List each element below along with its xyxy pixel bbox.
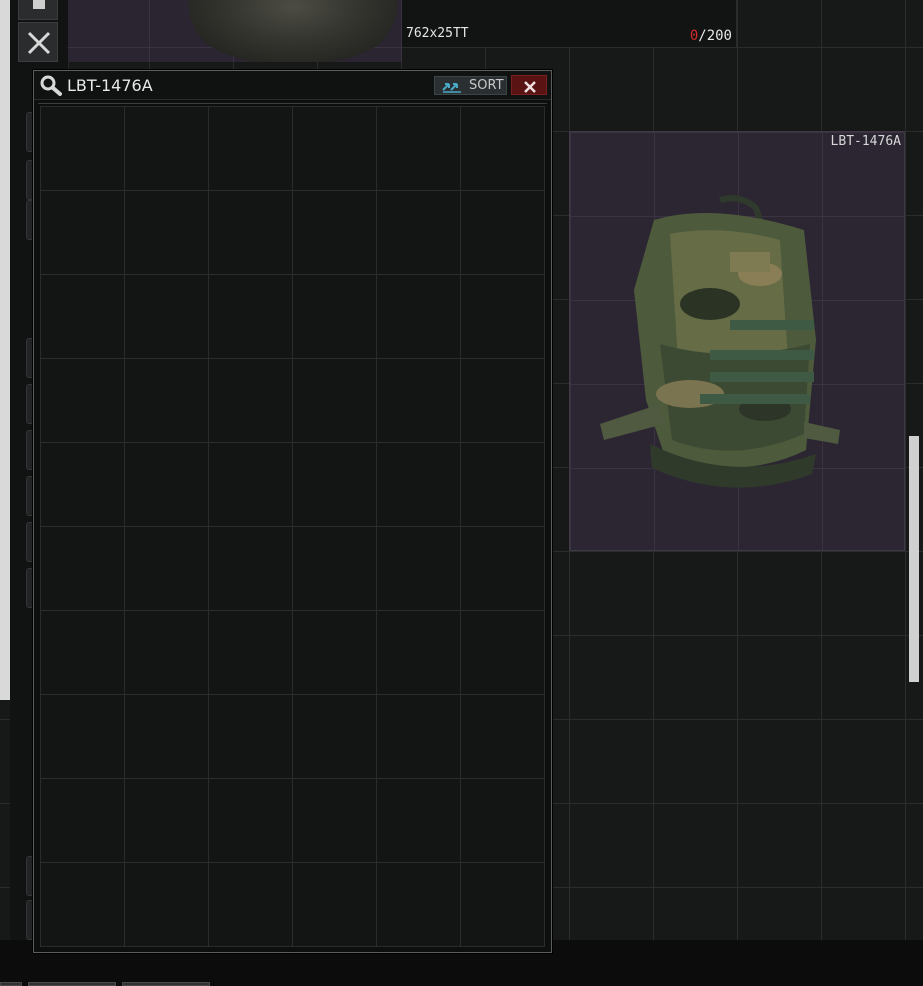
backpack-item-tile[interactable]: [68, 0, 402, 62]
magnifier-icon: [39, 74, 63, 100]
window-title: LBT-1476A: [67, 76, 153, 95]
lbt-backpack-item-tile[interactable]: LBT-1476A: [569, 131, 905, 551]
ammo-item-count: 0/200: [690, 28, 732, 44]
tool-button-eat[interactable]: [18, 22, 58, 62]
window-divider: [38, 103, 547, 104]
fork-knife-icon: [27, 31, 51, 55]
tool-button-top[interactable]: [18, 0, 58, 20]
sort-button[interactable]: SORT: [434, 76, 507, 95]
stash-scrollbar[interactable]: [909, 436, 919, 682]
close-x-icon: [523, 79, 537, 98]
lbt-item-label: LBT-1476A: [830, 134, 901, 149]
bottom-tab[interactable]: [28, 982, 116, 986]
window-header[interactable]: LBT-1476A SORT: [34, 71, 551, 100]
bottom-tab[interactable]: [0, 982, 22, 986]
ammo-count-current: 0: [689, 28, 699, 44]
sort-button-label: SORT: [469, 78, 504, 93]
backpack-image: [600, 195, 840, 488]
left-window-edge: [0, 0, 10, 700]
ammo-item-name: 762x25TT: [406, 26, 469, 41]
container-window: LBT-1476A SORT: [33, 70, 552, 953]
bottom-tab[interactable]: [122, 982, 210, 986]
ammo-item-tile[interactable]: 762x25TT 0/200: [402, 0, 737, 48]
container-grid[interactable]: [40, 106, 545, 947]
hammer-icon: [33, 0, 45, 9]
close-button[interactable]: [511, 75, 547, 95]
ammo-count-max: 200: [706, 28, 732, 44]
sort-arrows-icon: [441, 79, 463, 98]
backpack-item-image: [188, 0, 398, 62]
ammo-count-separator: /: [698, 28, 707, 44]
